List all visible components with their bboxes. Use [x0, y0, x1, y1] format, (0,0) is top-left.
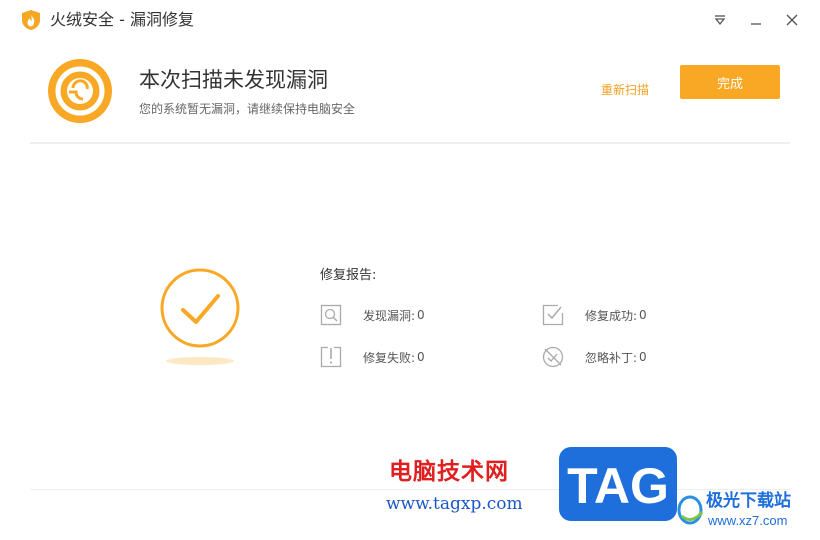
- minimize-icon[interactable]: [744, 8, 768, 32]
- stat-fix-failed: 修复失败: 0: [320, 346, 425, 368]
- stat-label: 修复成功:: [585, 308, 638, 323]
- report-title: 修复报告:: [320, 268, 377, 283]
- top-divider: [30, 142, 790, 144]
- stat-ignored-patches: 忽略补丁: 0: [542, 346, 647, 368]
- menu-dropdown-icon[interactable]: [708, 8, 732, 32]
- tag-badge-text: TAG: [567, 458, 669, 514]
- success-check-icon: [160, 268, 240, 365]
- search-doc-icon: [320, 304, 342, 326]
- shield-status-icon: [48, 59, 112, 123]
- stat-value: 0: [417, 350, 425, 364]
- fire-shield-logo: [22, 10, 40, 30]
- stat-fixed-success: 修复成功: 0: [542, 304, 647, 326]
- stat-label: 忽略补丁:: [585, 350, 638, 365]
- tag-badge-logo: TAG: [559, 447, 677, 521]
- stat-value: 0: [417, 308, 425, 322]
- close-icon[interactable]: [780, 8, 804, 32]
- watermark-site-name: 电脑技术网: [389, 459, 509, 485]
- xz7-brand-name: 极光下载站: [706, 490, 791, 511]
- xz7-brand-logo: 极光下载站 www.xz7.com: [677, 490, 791, 528]
- warning-doc-icon: [320, 346, 342, 368]
- title-bar: 火绒安全 - 漏洞修复: [0, 0, 820, 40]
- stat-found-vulnerabilities: 发现漏洞: 0: [320, 304, 425, 326]
- check-doc-icon: [542, 304, 564, 326]
- scan-result-subline: 您的系统暂无漏洞，请继续保持电脑安全: [139, 102, 356, 116]
- xz7-brand-url: www.xz7.com: [707, 513, 787, 528]
- stat-value: 0: [639, 350, 647, 364]
- stat-value: 0: [639, 308, 647, 322]
- scan-result-headline: 本次扫描未发现漏洞: [139, 68, 328, 92]
- window-title: 火绒安全 - 漏洞修复: [50, 10, 194, 29]
- done-button[interactable]: 完成: [680, 65, 780, 99]
- watermark-url: www.tagxp.com: [386, 494, 523, 514]
- rescan-link[interactable]: 重新扫描: [601, 82, 649, 98]
- stat-label: 发现漏洞:: [363, 308, 416, 323]
- stat-label: 修复失败:: [363, 350, 416, 365]
- ignore-icon: [542, 346, 564, 368]
